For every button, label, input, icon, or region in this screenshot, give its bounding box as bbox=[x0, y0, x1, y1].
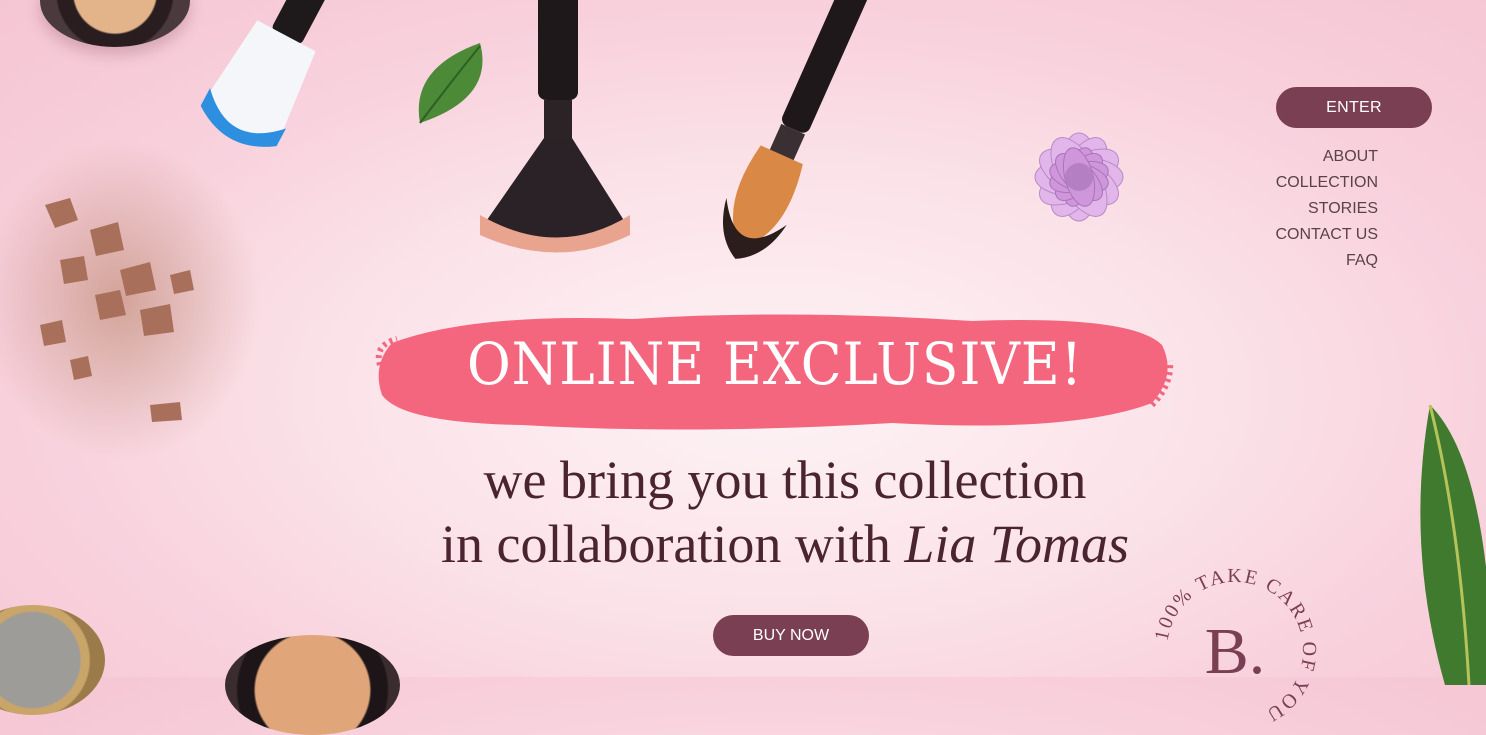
dahlia-flower-icon bbox=[1034, 132, 1124, 222]
contour-brush-icon bbox=[722, 0, 874, 259]
hero-subtitle: we bring you this collection in collabor… bbox=[350, 448, 1220, 576]
collaborator-name: Lia Tomas bbox=[904, 514, 1130, 574]
nav-link-about[interactable]: ABOUT bbox=[1275, 144, 1378, 170]
brand-badge: 100% TAKE CARE OF YOU B. bbox=[1151, 565, 1318, 726]
compact-icon bbox=[40, 0, 190, 47]
nav-link-faq[interactable]: FAQ bbox=[1275, 248, 1378, 274]
subtitle-line-1: we bring you this collection bbox=[483, 450, 1087, 510]
subtitle-line-2: in collaboration with Lia Tomas bbox=[350, 512, 1220, 576]
compact-icon bbox=[0, 605, 105, 715]
buy-now-button[interactable]: BUY NOW bbox=[713, 615, 869, 656]
compact-icon bbox=[225, 635, 400, 735]
nav-link-contact-us[interactable]: CONTACT US bbox=[1275, 222, 1378, 248]
fan-brush-icon bbox=[480, 0, 630, 253]
hero-headline: ONLINE EXCLUSIVE! bbox=[466, 330, 1084, 398]
nav-link-collection[interactable]: COLLECTION bbox=[1275, 170, 1378, 196]
nav-link-stories[interactable]: STORIES bbox=[1275, 196, 1378, 222]
badge-monogram: B. bbox=[1205, 615, 1266, 688]
main-nav: ABOUT COLLECTION STORIES CONTACT US FAQ bbox=[1275, 144, 1378, 274]
subtitle-prefix: in collaboration with bbox=[440, 514, 891, 574]
leaf-icon bbox=[1420, 405, 1486, 685]
blush-brush-icon bbox=[200, 0, 332, 147]
enter-button[interactable]: ENTER bbox=[1276, 87, 1432, 128]
